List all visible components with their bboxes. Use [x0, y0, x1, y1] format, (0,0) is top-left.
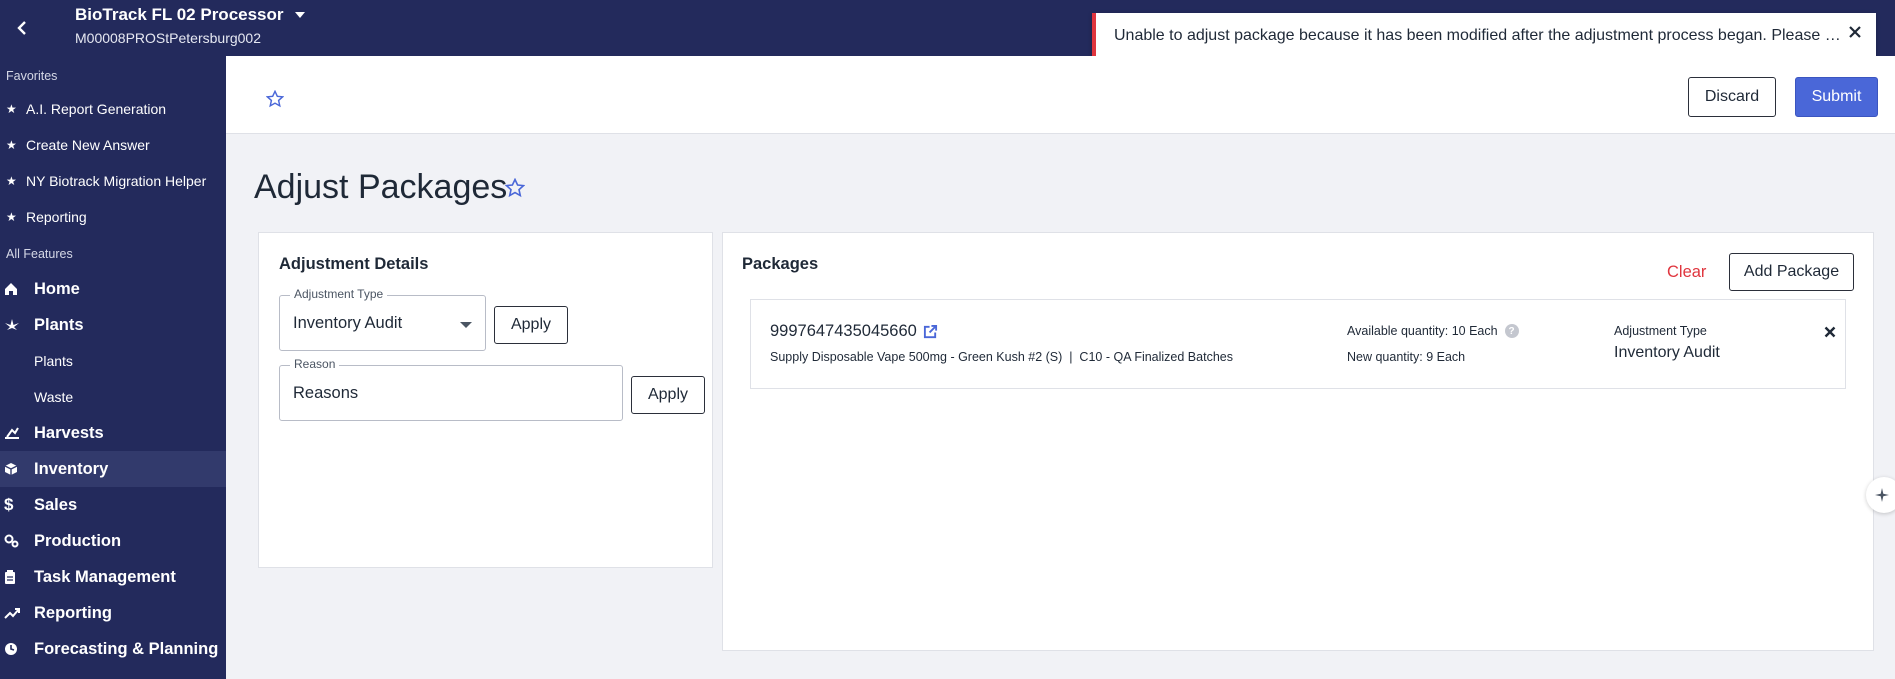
package-adjustment-type-label: Adjustment Type	[1614, 324, 1707, 338]
sidebar-item-label: Inventory	[34, 459, 109, 478]
chart-icon	[4, 606, 34, 620]
sidebar-item-inventory[interactable]: Inventory	[0, 451, 226, 487]
box-icon	[4, 462, 34, 476]
adjustment-type-apply-button[interactable]: Apply	[494, 306, 568, 344]
package-adjustment-type-value: Inventory Audit	[1614, 344, 1720, 361]
favorite-item-reporting[interactable]: ★ Reporting	[0, 199, 226, 235]
sidebar-item-label: Waste	[34, 389, 74, 405]
favorite-label: A.I. Report Generation	[26, 101, 167, 117]
reason-apply-button[interactable]: Apply	[631, 376, 705, 414]
clock-icon	[4, 642, 34, 656]
back-button[interactable]	[8, 14, 36, 42]
caret-down-icon	[294, 12, 305, 18]
title-favorite-button[interactable]	[504, 177, 526, 203]
favorite-item-migration-helper[interactable]: ★ NY Biotrack Migration Helper	[0, 163, 226, 199]
star-icon: ★	[6, 210, 17, 224]
sidebar-item-label: Harvests	[34, 423, 104, 442]
sidebar-subitem-plants[interactable]: Plants	[0, 343, 226, 379]
favorites-heading: Favorites	[6, 69, 58, 83]
package-id: 9997647435045660	[770, 322, 917, 340]
page-toolbar: Discard Submit	[226, 56, 1895, 134]
sidebar-item-production[interactable]: Production	[0, 523, 226, 559]
reason-value: Reasons	[293, 384, 359, 402]
clear-packages-button[interactable]: Clear	[1667, 263, 1706, 282]
star-icon: ★	[6, 138, 17, 152]
submit-button[interactable]: Submit	[1795, 77, 1878, 117]
error-toast: Unable to adjust package because it has …	[1092, 13, 1876, 58]
remove-package-button[interactable]	[1824, 325, 1836, 343]
sidebar-item-home[interactable]: Home	[0, 271, 226, 307]
sidebar-item-reporting[interactable]: Reporting	[0, 595, 226, 631]
sidebar-item-sales[interactable]: $ Sales	[0, 487, 226, 523]
assistant-button[interactable]	[1866, 477, 1895, 513]
sidebar-item-label: Forecasting & Planning	[34, 639, 219, 658]
reason-input[interactable]: Reason Reasons	[279, 357, 623, 421]
close-icon	[1824, 326, 1836, 338]
favorite-toggle-button[interactable]	[265, 89, 285, 113]
help-icon[interactable]: ?	[1504, 324, 1519, 338]
reason-label: Reason	[290, 357, 340, 371]
page-title: Adjust Packages	[254, 168, 508, 206]
favorite-item-ai-report[interactable]: ★ A.I. Report Generation	[0, 91, 226, 127]
sidebar: Favorites ★ A.I. Report Generation ★ Cre…	[0, 56, 226, 679]
sidebar-item-forecasting[interactable]: Forecasting & Planning	[0, 631, 226, 667]
clipboard-icon	[4, 570, 34, 584]
facility-license: M00008PROStPetersburg002	[75, 30, 261, 46]
home-icon	[4, 282, 34, 296]
facility-name: BioTrack FL 02 Processor	[75, 5, 284, 24]
packages-title: Packages	[742, 255, 819, 273]
adjustment-details-title: Adjustment Details	[279, 255, 429, 273]
favorite-label: NY Biotrack Migration Helper	[26, 173, 207, 189]
sparkle-icon	[1875, 488, 1889, 502]
packages-card: Packages Clear Add Package	[722, 232, 1874, 651]
adjustment-type-select[interactable]: Adjustment Type Inventory Audit	[279, 287, 486, 351]
sidebar-item-harvests[interactable]: Harvests	[0, 415, 226, 451]
sidebar-subitem-waste[interactable]: Waste	[0, 379, 226, 415]
production-icon	[4, 534, 34, 548]
all-features-heading: All Features	[6, 247, 73, 261]
sidebar-item-label: Plants	[34, 315, 84, 334]
star-outline-icon	[265, 89, 285, 108]
new-quantity: New quantity: 9 Each	[1347, 350, 1466, 364]
sidebar-item-label: Sales	[34, 495, 78, 514]
sidebar-item-task-management[interactable]: Task Management	[0, 559, 226, 595]
favorite-item-create-answer[interactable]: ★ Create New Answer	[0, 127, 226, 163]
chevron-down-icon	[460, 322, 472, 328]
favorite-label: Create New Answer	[26, 137, 150, 153]
dollar-icon: $	[4, 495, 14, 514]
toast-close-button[interactable]	[1848, 25, 1862, 44]
package-row: 9997647435045660 Supply Disposable Vape …	[750, 299, 1846, 389]
facility-selector[interactable]: BioTrack FL 02 Processor M00008PROStPete…	[75, 5, 306, 46]
leaf-icon	[4, 318, 34, 332]
favorite-label: Reporting	[26, 209, 87, 225]
package-description: Supply Disposable Vape 500mg - Green Kus…	[770, 350, 1233, 364]
harvest-icon	[4, 426, 34, 440]
star-icon: ★	[6, 174, 17, 188]
sidebar-item-label: Task Management	[34, 567, 176, 586]
sidebar-item-label: Reporting	[34, 603, 112, 622]
chevron-left-icon	[17, 21, 26, 35]
adjustment-type-label: Adjustment Type	[290, 287, 388, 301]
close-icon	[1849, 26, 1861, 38]
add-package-button[interactable]: Add Package	[1729, 253, 1854, 291]
star-outline-icon	[504, 177, 526, 198]
available-quantity: Available quantity: 10 Each	[1347, 324, 1498, 338]
adjustment-type-value: Inventory Audit	[293, 314, 403, 332]
toast-message: Unable to adjust package because it has …	[1114, 26, 1844, 44]
sidebar-item-label: Production	[34, 531, 122, 550]
sidebar-item-label: Plants	[34, 353, 73, 369]
package-external-link[interactable]	[923, 324, 938, 339]
star-icon: ★	[6, 102, 17, 116]
discard-button[interactable]: Discard	[1688, 77, 1776, 117]
external-link-icon	[923, 324, 937, 339]
sidebar-item-label: Home	[34, 279, 80, 298]
adjustment-details-card: Adjustment Details Adjustment Type Inven…	[258, 232, 713, 568]
sidebar-item-plants[interactable]: Plants	[0, 307, 226, 343]
